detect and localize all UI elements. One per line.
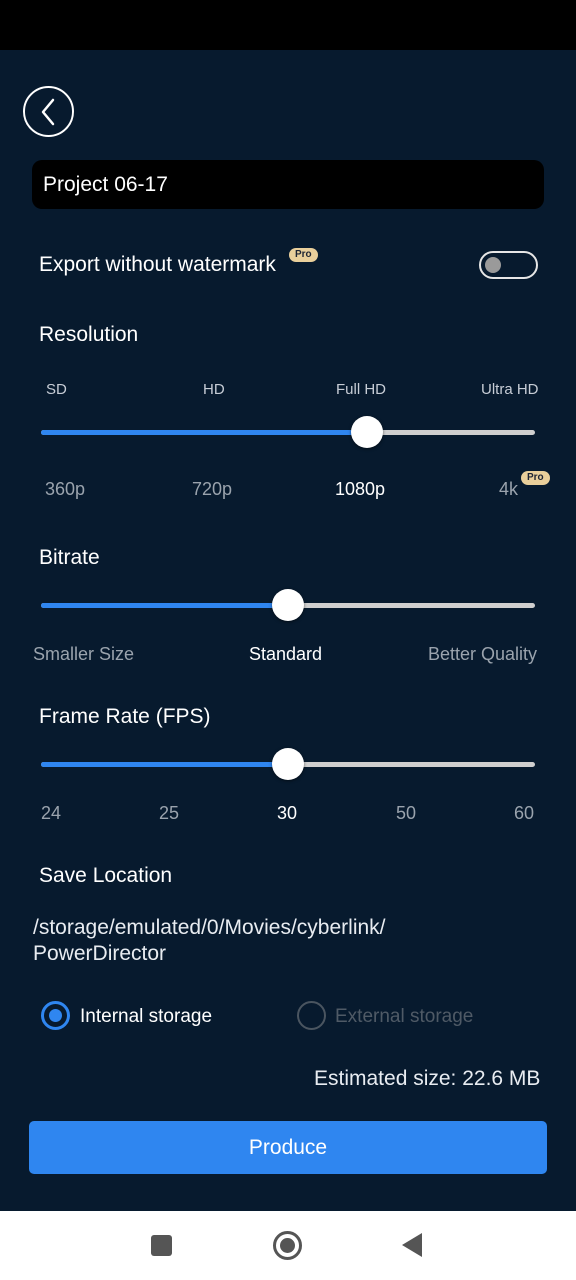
slider-fill <box>41 762 288 767</box>
circle-icon[interactable] <box>273 1231 302 1260</box>
fps-value-25[interactable]: 25 <box>159 803 179 824</box>
fps-value-60[interactable]: 60 <box>514 803 534 824</box>
resolution-value-360p[interactable]: 360p <box>45 479 85 500</box>
fps-value-24[interactable]: 24 <box>41 803 61 824</box>
bitrate-label-better-quality: Better Quality <box>428 644 538 664</box>
square-icon[interactable] <box>151 1235 172 1256</box>
resolution-label-full-hd: Full HD <box>336 381 387 398</box>
status-bar <box>0 0 576 50</box>
internal-storage-radio[interactable] <box>41 1001 70 1030</box>
fps-value-30[interactable]: 30 <box>277 803 297 824</box>
back-button[interactable] <box>23 86 74 137</box>
resolution-title: Resolution <box>39 323 139 346</box>
watermark-label: Export without watermark <box>39 253 276 276</box>
bitrate-title: Bitrate <box>39 546 100 569</box>
slider-thumb[interactable] <box>351 416 384 448</box>
resolution-slider[interactable] <box>41 416 535 448</box>
export-settings-screen: Export without watermark Pro Resolution … <box>0 50 576 1211</box>
slider-fill <box>41 603 288 608</box>
produce-button[interactable]: Produce <box>29 1121 547 1174</box>
slider-thumb[interactable] <box>272 589 304 621</box>
system-nav-bar <box>0 1211 576 1280</box>
chevron-left-icon <box>41 98 54 125</box>
resolution-label-sd: SD <box>46 381 67 398</box>
bitrate-label-standard: Standard <box>249 644 323 664</box>
slider-thumb[interactable] <box>272 748 304 780</box>
save-location-title: Save Location <box>39 864 173 887</box>
bitrate-slider[interactable] <box>41 589 535 621</box>
fps-value-50[interactable]: 50 <box>396 803 416 824</box>
produce-button-label: Produce <box>248 1135 328 1159</box>
bitrate-label-smaller-size: Smaller Size <box>33 644 135 664</box>
estimated-size-text: Estimated size: 22.6 MB <box>314 1067 541 1090</box>
resolution-label-hd: HD <box>203 381 225 398</box>
toggle-knob <box>485 257 501 273</box>
resolution-value-720p[interactable]: 720p <box>192 479 232 500</box>
external-storage-radio[interactable] <box>297 1001 326 1030</box>
watermark-toggle[interactable] <box>479 251 538 279</box>
resolution-label-ultra-hd: Ultra HD <box>481 381 539 398</box>
resolution-value-1080p[interactable]: 1080p <box>335 479 385 500</box>
frame-rate-title: Frame Rate (FPS) <box>39 705 211 728</box>
watermark-pro-badge: Pro <box>289 248 318 262</box>
external-storage-label[interactable]: External storage <box>335 1006 473 1028</box>
project-name-input[interactable] <box>32 160 544 209</box>
resolution-value-4k[interactable]: 4k <box>499 479 518 500</box>
slider-fill <box>41 430 368 435</box>
internal-storage-label[interactable]: Internal storage <box>80 1006 212 1028</box>
resolution-4k-pro-badge: Pro <box>521 471 550 485</box>
save-path-text: /storage/emulated/0/Movies/cyberlink/ Po… <box>33 916 386 965</box>
frame-rate-slider[interactable] <box>41 748 535 780</box>
triangle-back-icon[interactable] <box>402 1233 422 1257</box>
